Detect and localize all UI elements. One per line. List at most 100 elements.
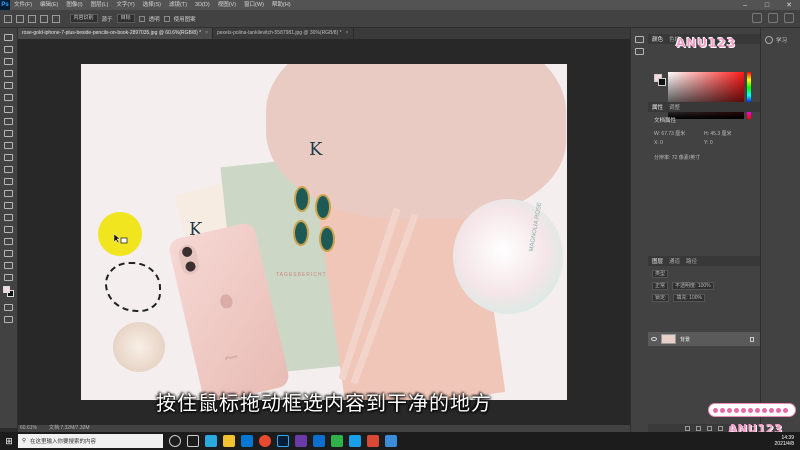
move-tool-icon[interactable] (4, 34, 13, 41)
workspace-icon[interactable] (768, 13, 778, 23)
tab-channels[interactable]: 通道 (669, 257, 680, 265)
close-icon[interactable]: ✕ (778, 0, 800, 10)
emoji-toolbar[interactable] (708, 403, 796, 417)
minimize-icon[interactable]: – (734, 0, 756, 10)
share-icon[interactable] (784, 13, 794, 23)
menu-file[interactable]: 文件(F) (10, 0, 36, 10)
doc-y[interactable]: Y: 0 (704, 140, 713, 146)
tab-adjustments[interactable]: 调整 (669, 103, 680, 111)
fill-field[interactable]: 填充: 100% (673, 294, 705, 302)
store-icon[interactable] (241, 435, 253, 447)
frame-tool-icon[interactable] (4, 94, 13, 101)
lock-icon[interactable] (750, 336, 754, 342)
tab-color[interactable]: 颜色 (652, 35, 663, 43)
dodge-tool-icon[interactable] (4, 202, 13, 209)
eraser-tool-icon[interactable] (4, 166, 13, 173)
add-selection-icon[interactable] (28, 14, 36, 23)
tool-preset-icon[interactable] (4, 14, 12, 23)
use-pattern-checkbox[interactable] (163, 15, 170, 22)
marquee-tool-icon[interactable] (4, 46, 13, 53)
wechat-icon[interactable] (331, 435, 343, 447)
document-image[interactable]: K K TAGESBERICHT MAGNOLIA ROSE iPhone (81, 64, 567, 400)
hand-tool-icon[interactable] (4, 262, 13, 269)
task-view-icon[interactable] (187, 435, 199, 447)
taskbar-search[interactable]: ⚲ 在这里输入你要搜索的内容 (18, 434, 163, 448)
new-selection-icon[interactable] (16, 14, 24, 23)
tab-paths[interactable]: 路径 (686, 257, 697, 265)
blend-mode-select[interactable]: 正常 (652, 282, 669, 290)
transparent-checkbox[interactable] (138, 15, 145, 22)
canvas-area[interactable]: K K TAGESBERICHT MAGNOLIA ROSE iPhone 按住… (18, 39, 630, 425)
background-chip[interactable] (658, 78, 666, 86)
brush-tool-icon[interactable] (4, 130, 13, 137)
adjustment-icon[interactable] (718, 425, 723, 431)
menu-type[interactable]: 文字(Y) (112, 0, 138, 10)
tab-document-2[interactable]: pexels-polina-tankilevitch-5587981.jpg @… (213, 28, 354, 39)
actions-panel-icon[interactable] (635, 48, 644, 55)
healing-brush-tool-icon[interactable] (4, 118, 13, 125)
link-icon[interactable] (685, 425, 690, 431)
qq-icon[interactable] (349, 435, 361, 447)
close-tab-icon[interactable]: × (205, 30, 208, 36)
menu-select[interactable]: 选择(S) (139, 0, 165, 10)
tab-properties[interactable]: 属性 (652, 103, 663, 111)
quick-mask-icon[interactable] (4, 304, 13, 311)
lasso-tool-icon[interactable] (4, 58, 13, 65)
mask-icon[interactable] (707, 425, 712, 431)
zoom-level[interactable]: 60.61% (20, 425, 37, 432)
chrome-icon[interactable] (259, 435, 271, 447)
screen-mode-icon[interactable] (4, 316, 13, 323)
crop-tool-icon[interactable] (4, 82, 13, 89)
menu-filter[interactable]: 滤镜(T) (165, 0, 191, 10)
eyedropper-tool-icon[interactable] (4, 106, 13, 113)
menu-help[interactable]: 帮助(H) (268, 0, 295, 10)
doc-x[interactable]: X: 0 (654, 140, 663, 146)
blur-tool-icon[interactable] (4, 190, 13, 197)
premiere-icon[interactable] (295, 435, 307, 447)
windows-start-icon[interactable]: ⊞ (0, 432, 18, 450)
word-icon[interactable] (313, 435, 325, 447)
app-icon[interactable] (367, 435, 379, 447)
doc-width[interactable]: W: 67.73 厘米 (654, 130, 685, 137)
path-select-tool-icon[interactable] (4, 238, 13, 245)
history-panel-icon[interactable] (635, 36, 644, 43)
learn-panel-button[interactable]: 学习 (765, 36, 787, 44)
menu-edit[interactable]: 编辑(E) (36, 0, 62, 10)
eye-icon[interactable] (651, 337, 657, 341)
app-icon[interactable] (385, 435, 397, 447)
tab-layers[interactable]: 图层 (652, 257, 663, 265)
lasso-selection[interactable] (105, 262, 161, 312)
history-brush-tool-icon[interactable] (4, 154, 13, 161)
photoshop-taskbar-icon[interactable] (277, 435, 289, 447)
pen-tool-icon[interactable] (4, 214, 13, 221)
gradient-tool-icon[interactable] (4, 178, 13, 185)
layer-row[interactable]: 背景 (648, 332, 760, 346)
fill-select[interactable]: 目标 (116, 14, 135, 23)
opacity-field[interactable]: 不透明度: 100% (672, 282, 714, 290)
menu-view[interactable]: 视图(V) (214, 0, 240, 10)
shape-tool-icon[interactable] (4, 250, 13, 257)
fx-icon[interactable] (696, 425, 701, 431)
zoom-tool-icon[interactable] (4, 274, 13, 281)
layer-kind-select[interactable]: 类型 (652, 270, 669, 278)
file-explorer-icon[interactable] (223, 435, 235, 447)
type-tool-icon[interactable] (4, 226, 13, 233)
menu-image[interactable]: 图像(I) (62, 0, 86, 10)
menu-layer[interactable]: 图层(L) (87, 0, 113, 10)
mode-select[interactable]: 内容识别 (69, 14, 98, 23)
clone-stamp-tool-icon[interactable] (4, 142, 13, 149)
cortana-icon[interactable] (169, 435, 181, 447)
edge-icon[interactable] (205, 435, 217, 447)
close-tab-icon[interactable]: × (346, 30, 349, 36)
foreground-color-swatch[interactable] (3, 286, 10, 293)
menu-window[interactable]: 窗口(W) (240, 0, 268, 10)
system-tray[interactable]: 14:39 2021/4/8 (775, 435, 794, 447)
doc-height[interactable]: H: 45.3 厘米 (704, 130, 732, 137)
maximize-icon[interactable]: □ (756, 0, 778, 10)
menu-3d[interactable]: 3D(D) (191, 0, 214, 10)
tab-document-1[interactable]: rose-gold-iphone-7-plus-beside-pencils-o… (18, 28, 213, 39)
search-icon[interactable] (752, 13, 762, 23)
quick-select-tool-icon[interactable] (4, 70, 13, 77)
subtract-selection-icon[interactable] (40, 14, 48, 23)
intersect-selection-icon[interactable] (52, 14, 60, 23)
